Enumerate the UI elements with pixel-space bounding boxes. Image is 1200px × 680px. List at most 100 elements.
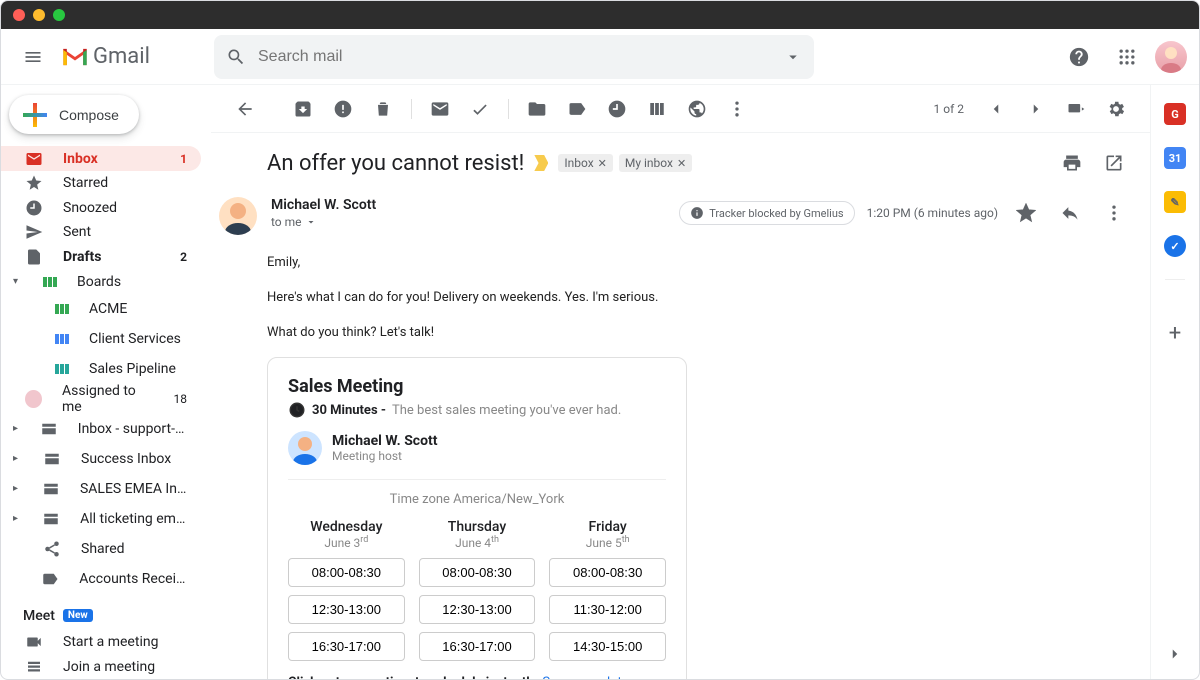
sidebar-item-shared[interactable]: ▸SALES EMEA Inbox [1,474,201,504]
time-slot-button[interactable]: 08:00-08:30 [549,558,666,587]
sidebar-item-assigned[interactable]: Assigned to me 18 [1,384,201,414]
sidebar-board-item[interactable]: Sales Pipeline [1,354,201,384]
gmelius-addon-icon[interactable]: G [1164,103,1186,125]
meeting-card: Sales Meeting 30 Minutes - The best sale… [267,357,687,679]
open-new-window-button[interactable] [1098,147,1130,179]
sidebar-item-label: Start a meeting [63,634,158,650]
email-body: Emily,Here's what I can do for you! Deli… [267,253,1130,343]
sidebar-item-shared[interactable]: Shared [1,534,201,564]
sidebar-item-drafts[interactable]: Drafts 2 [1,245,201,270]
snooze-button[interactable] [462,91,498,127]
subject-row: An offer you cannot resist! Inbox✕My inb… [267,147,1130,179]
meet-section-header: Meet New [1,594,211,630]
sidebar-item-starred[interactable]: Starred [1,171,201,196]
meeting-footer: Click or tap on a time to schedule insta… [288,675,666,679]
archive-button[interactable] [285,91,321,127]
input-tools-button[interactable] [1058,91,1094,127]
message-more-button[interactable] [1098,197,1130,229]
compose-button[interactable]: Compose [9,95,139,134]
print-button[interactable] [1056,147,1088,179]
add-to-board-button[interactable] [639,91,675,127]
window-minimize-button[interactable] [33,9,45,21]
sidebar-item-inbox[interactable]: Inbox 1 [1,146,201,171]
sidebar-item-label: Starred [63,175,108,191]
day-date: June 3rd [288,535,405,550]
tasks-addon-icon[interactable]: ✓ [1164,235,1186,257]
day-name: Thursday [419,519,536,535]
prev-message-button[interactable] [978,91,1014,127]
keep-addon-icon[interactable]: ✎ [1164,191,1186,213]
time-slot-button[interactable]: 16:30-17:00 [419,632,536,661]
meeting-duration: 30 Minutes - [312,403,386,418]
share-button[interactable] [679,91,715,127]
more-button[interactable] [719,91,755,127]
board-icon [55,334,69,344]
search-dropdown-icon[interactable] [784,48,802,66]
caret-right-icon: ▸ [13,453,23,464]
sidebar: Compose Inbox 1 Starred Snoozed Sent [1,85,211,679]
sidebar-item-shared[interactable]: ▸Success Inbox [1,444,201,474]
star-button[interactable] [1010,197,1042,229]
time-slot-button[interactable]: 12:30-13:00 [288,595,405,624]
day-date: June 5th [549,535,666,550]
gmail-logo[interactable]: Gmail [61,44,206,69]
sender-avatar[interactable] [219,197,257,235]
time-slot-button[interactable]: 08:00-08:30 [419,558,536,587]
meet-header-label: Meet [23,608,55,624]
sidebar-item-label: Sales Pipeline [89,361,176,377]
labels-button[interactable] [559,91,595,127]
window-close-button[interactable] [13,9,25,21]
tracker-blocked-pill[interactable]: Tracker blocked by Gmelius [679,201,854,225]
importance-marker-icon[interactable] [534,155,548,171]
sidebar-item-shared[interactable]: ▸Inbox - support-acme@g… [1,414,201,444]
move-to-button[interactable] [519,91,555,127]
host-avatar [288,431,322,465]
calendar-addon-icon[interactable]: 31 [1164,147,1186,169]
label-chip[interactable]: Inbox✕ [558,154,613,172]
get-addons-button[interactable]: + [1169,321,1181,346]
account-avatar[interactable] [1155,41,1187,73]
sidebar-item-label: Assigned to me [62,383,154,415]
settings-button[interactable] [1098,91,1134,127]
label-chip[interactable]: My inbox✕ [619,154,692,172]
sidebar-item-shared[interactable]: ▸All ticketing emails [1,504,201,534]
sidebar-item-start-meeting[interactable]: Start a meeting [1,630,201,655]
sidebar-item-snoozed[interactable]: Snoozed [1,195,201,220]
delete-button[interactable] [365,91,401,127]
drafts-count: 2 [180,250,187,264]
sidebar-item-sent[interactable]: Sent [1,220,201,245]
main-menu-button[interactable] [13,37,53,77]
titlebar [1,1,1199,29]
snooze2-button[interactable] [599,91,635,127]
sidebar-item-shared[interactable]: Accounts Receivable [1,564,201,594]
mark-unread-button[interactable] [422,91,458,127]
support-button[interactable] [1059,37,1099,77]
collapse-rail-button[interactable] [1166,645,1184,667]
time-slot-button[interactable]: 14:30-15:00 [549,632,666,661]
sidebar-item-join-meeting[interactable]: Join a meeting [1,654,201,679]
report-spam-button[interactable] [325,91,361,127]
search-input[interactable] [258,48,772,66]
window-maximize-button[interactable] [53,9,65,21]
time-slot-button[interactable]: 11:30-12:00 [549,595,666,624]
search-bar[interactable] [214,35,814,79]
time-slot-button[interactable]: 16:30-17:00 [288,632,405,661]
apps-grid-button[interactable] [1107,37,1147,77]
sidebar-board-item[interactable]: ACME [1,294,201,324]
sidebar-item-boards[interactable]: ▾ Boards [1,269,201,294]
meeting-timezone: Time zone America/New_York [288,492,666,507]
recipient-line[interactable]: to me [271,215,665,229]
remove-label-icon[interactable]: ✕ [677,157,686,170]
time-slot-button[interactable]: 08:00-08:30 [288,558,405,587]
see-more-slots-link[interactable]: See more slots [542,675,628,679]
sidebar-board-item[interactable]: Client Services [1,324,201,354]
time-slot-button[interactable]: 12:30-13:00 [419,595,536,624]
remove-label-icon[interactable]: ✕ [598,157,607,170]
info-icon [690,206,704,220]
sidebar-item-label: Drafts [63,249,101,265]
next-message-button[interactable] [1018,91,1054,127]
meeting-tagline: The best sales meeting you've ever had. [392,403,621,418]
reply-button[interactable] [1054,197,1086,229]
back-button[interactable] [227,91,263,127]
sender-name: Michael W. Scott [271,197,665,213]
